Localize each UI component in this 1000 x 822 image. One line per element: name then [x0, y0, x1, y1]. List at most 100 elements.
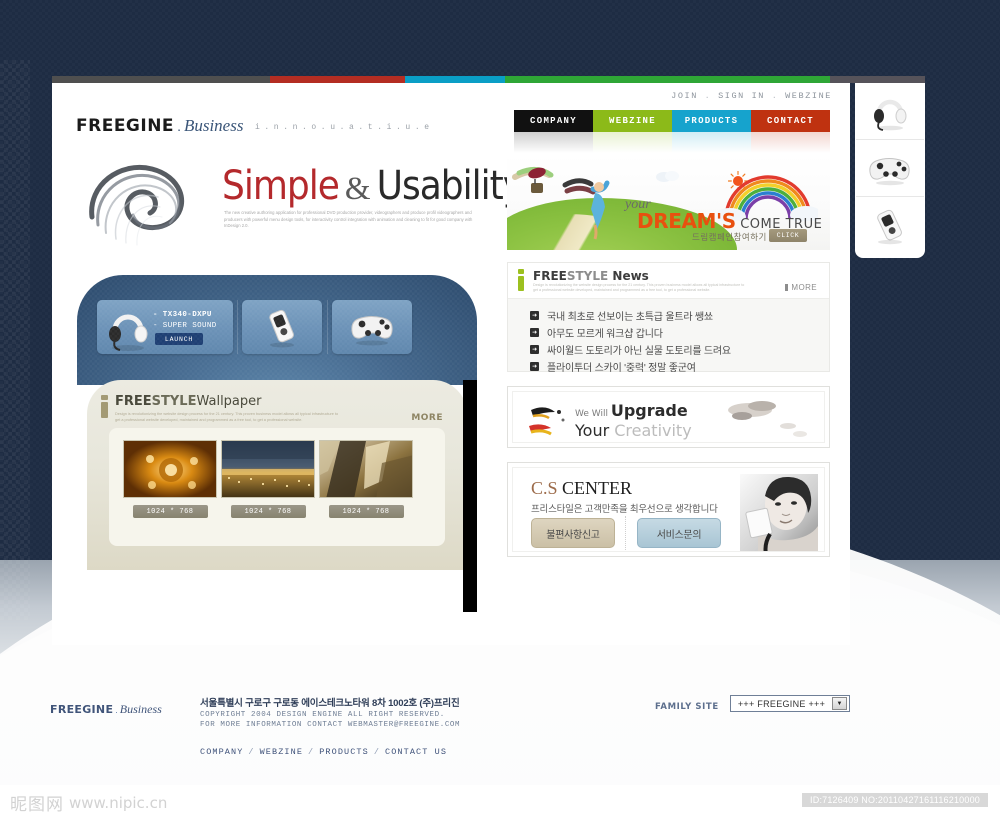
background-checker-strip — [0, 60, 30, 620]
nav-item-products[interactable]: PRODUCTS — [672, 110, 751, 153]
wallpaper-item-2[interactable]: 1024 * 768 — [221, 440, 315, 518]
cs-center-box: C.S CENTER 프리스타일은 고객만족을 최우선으로 생각합니다 불편사항… — [507, 462, 830, 557]
side-thumb-phone[interactable] — [856, 197, 924, 254]
footer-nav-contact-us[interactable]: CONTACT US — [385, 747, 447, 757]
dream-click-button[interactable]: CLICK — [769, 229, 807, 242]
news-item[interactable]: ➜ 싸이월드 도토리가 아닌 실물 도토리를 드려요 — [530, 341, 829, 358]
footer-nav-webzine[interactable]: WEBZINE — [260, 747, 303, 757]
footer-nav-separator: / — [308, 747, 315, 757]
hero-title-amp: & — [344, 171, 371, 207]
swirl-graphic-icon — [89, 165, 185, 246]
cs-agent-photo — [740, 474, 818, 551]
footer-address: 서울특별시 구로구 구로동 에이스테크노타워 8차 1002호 (주)프리진 — [200, 698, 460, 709]
product-card-phone[interactable] — [242, 300, 322, 354]
global-nav: COMPANY WEBZINE PRODUCTS CONTACT — [514, 110, 830, 153]
wallpaper-item-1[interactable]: 1024 * 768 — [123, 440, 217, 518]
cs-title-cs: C.S — [531, 478, 558, 498]
hero-title-usability: Usability — [376, 163, 524, 209]
news-more-link[interactable]: MORE — [785, 283, 817, 292]
cs-service-inquiry-button[interactable]: 서비스문의 — [637, 518, 721, 548]
top-bar-segment-blue — [405, 76, 505, 83]
arrow-right-icon: ➜ — [530, 328, 539, 337]
news-title-word: News — [608, 269, 649, 283]
main-content-container: JOIN . SIGN IN . WEBZINE FREEGINE . Busi… — [52, 83, 850, 645]
side-thumb-headset[interactable] — [856, 83, 924, 140]
footer-copyright-line2: FOR MORE INFORMATION CONTACT WEBMASTER@F… — [200, 721, 461, 729]
chevron-down-icon[interactable]: ▼ — [832, 697, 847, 710]
nav-item-company[interactable]: COMPANY — [514, 110, 593, 153]
footer-copyright: COPYRIGHT 2004 DESIGN ENGINE ALL RIGHT R… — [200, 710, 460, 730]
product-feature: - SUPER SOUND — [153, 322, 217, 330]
blurred-brush-graphic — [728, 401, 807, 437]
arrow-right-icon: ➜ — [530, 362, 539, 371]
cs-title-center: CENTER — [557, 478, 633, 498]
launch-button[interactable]: LAUNCH — [155, 333, 203, 345]
side-thumb-controller[interactable] — [856, 140, 924, 197]
wallpaper-caption-1: 1024 * 768 — [132, 505, 208, 518]
wallpaper-title: FREESTYLEWallpaper — [115, 394, 340, 409]
logo-sub-text: Business — [183, 116, 244, 135]
site-logo[interactable]: FREEGINE . Business — [76, 116, 243, 136]
news-list: ➜ 국내 최초로 선보이는 초특급 울트라 쌩쑈 ➜ 아무도 모르게 워크샵 갑니다 ➜… — [508, 299, 829, 375]
news-item[interactable]: ➜ 아무도 모르게 워크샵 갑니다 — [530, 324, 829, 341]
news-item[interactable]: ➜ 플라이투더 스카이 '중력' 정말 좋군여 — [530, 358, 829, 375]
family-site-value: +++ FREEGINE +++ — [737, 698, 826, 709]
cs-complaint-button[interactable]: 불편사항신고 — [531, 518, 615, 548]
nav-item-webzine[interactable]: WEBZINE — [593, 110, 672, 153]
wallpaper-bar-icon — [101, 395, 108, 420]
game-controller-icon — [351, 316, 393, 346]
join-link[interactable]: JOIN — [671, 91, 698, 101]
news-more-square-icon — [785, 284, 789, 291]
wallpaper-thumb-stairs[interactable] — [319, 440, 413, 498]
wallpaper-thumb-citynight[interactable] — [221, 440, 315, 498]
nav-item-contact[interactable]: CONTACT — [751, 110, 830, 153]
footer-nav: COMPANY / WEBZINE / PRODUCTS / CONTACT US — [200, 747, 447, 757]
news-item-title: 싸이월드 도토리가 아닌 실물 도토리를 드려요 — [547, 346, 731, 357]
footer-logo[interactable]: FREEGINE . Business — [50, 702, 162, 717]
wallpaper-item-3[interactable]: 1024 * 768 — [319, 440, 413, 518]
arrow-right-icon: ➜ — [530, 311, 539, 320]
upgrade-creativity: Creativity — [614, 421, 692, 440]
cs-center-subtitle: 프리스타일은 고객만족을 최우선으로 생각합니다 — [531, 504, 718, 515]
upgrade-line-2: Your Creativity — [575, 421, 692, 440]
news-bar-icon — [518, 269, 524, 293]
footer-logo-dot: . — [115, 705, 118, 715]
product-divider-2 — [327, 300, 328, 354]
upgrade-banner[interactable]: We Will Upgrade Your Creativity — [507, 386, 830, 448]
footer-nav-separator: / — [373, 747, 381, 757]
product-card-controller[interactable] — [332, 300, 412, 354]
wallpaper-thumbs-container: 1024 * 768 1024 * 768 1024 * 768 — [109, 428, 445, 546]
wallpaper-title-style: STYLE — [151, 394, 197, 409]
webzine-link[interactable]: WEBZINE — [785, 91, 832, 101]
dream-subtitle: 드림캠페인참여하기 — [692, 232, 767, 242]
dream-dreams: DREAM'S — [637, 209, 736, 233]
wallpaper-header: FREESTYLEWallpaper Design is revolutioni… — [101, 394, 340, 423]
signin-link[interactable]: SIGN IN — [718, 91, 765, 101]
wallpaper-thumb-candles[interactable] — [123, 440, 217, 498]
family-site-select[interactable]: +++ FREEGINE +++ ▼ — [730, 695, 850, 712]
news-item[interactable]: ➜ 국내 최초로 선보이는 초특급 울트라 쌩쑈 — [530, 307, 829, 324]
hero-description: The new creative authoring application f… — [224, 210, 473, 228]
news-description: Design is revolutionizing the website de… — [533, 283, 745, 292]
wallpaper-more-link[interactable]: MORE — [411, 413, 443, 423]
wallpaper-description: Design is revolutionizing the website de… — [115, 412, 339, 422]
upgrade-word: Upgrade — [610, 401, 688, 420]
news-title-free: FREE — [533, 269, 567, 283]
dream-campaign-banner[interactable]: your DREAM'S COME TRUE 드림캠페인참여하기 CLICK — [507, 155, 830, 250]
mobile-phone-icon — [269, 309, 294, 348]
news-box: FREESTYLE News Design is revolutionizing… — [507, 262, 830, 375]
nav-item-label: WEBZINE — [593, 110, 672, 132]
top-color-bar — [52, 76, 925, 83]
top-bar-segment-green — [505, 76, 830, 83]
product-card-text: - TX340-DXPU - SUPER SOUND — [153, 310, 217, 332]
product-showcase-panel: - TX340-DXPU - SUPER SOUND LAUNCH — [77, 275, 477, 385]
footer-nav-company[interactable]: COMPANY — [200, 747, 243, 757]
logo-dot: . — [177, 118, 181, 134]
nav-item-label: COMPANY — [514, 110, 593, 132]
news-header: FREESTYLE News Design is revolutionizing… — [508, 263, 829, 299]
footer-logo-main: FREEGINE — [50, 703, 114, 716]
product-card-headset[interactable]: - TX340-DXPU - SUPER SOUND LAUNCH — [97, 300, 233, 354]
footer-nav-products[interactable]: PRODUCTS — [319, 747, 369, 757]
nav-item-reflection — [751, 132, 830, 153]
family-site-label: FAMILY SITE — [655, 702, 719, 712]
